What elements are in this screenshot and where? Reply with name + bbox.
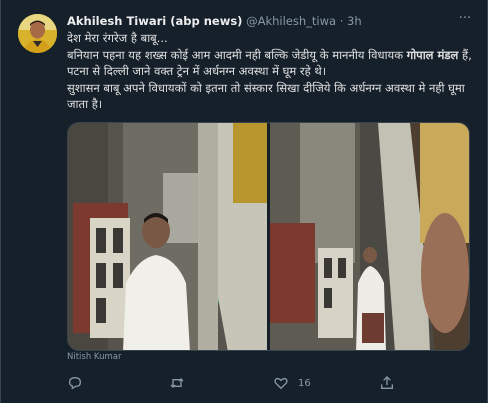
- like-button[interactable]: 16: [273, 374, 311, 392]
- share-icon: [379, 375, 395, 391]
- heart-icon: [273, 375, 289, 391]
- tweet-text-segment: बनियान पहना यह शख्स कोई आम आदमी नही बल्क…: [67, 47, 407, 62]
- author-handle[interactable]: @Akhilesh_tiwa: [246, 14, 336, 28]
- tweet-actions: 16: [67, 374, 427, 392]
- separator: ·: [339, 14, 344, 28]
- tweet-text-bold-name: गोपाल मंडल: [406, 47, 459, 62]
- tweet-card[interactable]: Akhilesh Tiwari (abp news) @Akhilesh_tiw…: [0, 0, 488, 403]
- retweet-icon: [169, 375, 185, 391]
- more-horizontal-icon: ···: [458, 11, 472, 26]
- tagged-person[interactable]: Nitish Kumar: [67, 352, 121, 362]
- tweet-text: देश मेरा रंगरेज है बाबू... बनियान पहना य…: [67, 30, 477, 113]
- retweet-button[interactable]: [169, 374, 185, 392]
- photo-2[interactable]: [270, 123, 469, 350]
- tweet-text-line-2: बनियान पहना यह शख्स कोई आम आदमी नही बल्क…: [67, 47, 477, 80]
- share-button[interactable]: [379, 374, 395, 392]
- reply-icon: [67, 375, 83, 391]
- reply-button[interactable]: [67, 374, 83, 392]
- more-options-button[interactable]: ···: [456, 12, 474, 26]
- tweet-media[interactable]: [67, 122, 470, 351]
- tweet-header: Akhilesh Tiwari (abp news) @Akhilesh_tiw…: [67, 13, 457, 29]
- photo-1[interactable]: [68, 123, 267, 350]
- tweet-time[interactable]: 3h: [347, 14, 362, 28]
- tweet-text-line-3: सुशासन बाबू अपने विधायकों को इतना तो संस…: [67, 80, 465, 112]
- avatar[interactable]: [18, 14, 57, 53]
- tweet-text-line-1: देश मेरा रंगरेज है बाबू...: [67, 31, 168, 45]
- like-count: 16: [298, 377, 311, 389]
- author-name[interactable]: Akhilesh Tiwari (abp news): [67, 14, 242, 28]
